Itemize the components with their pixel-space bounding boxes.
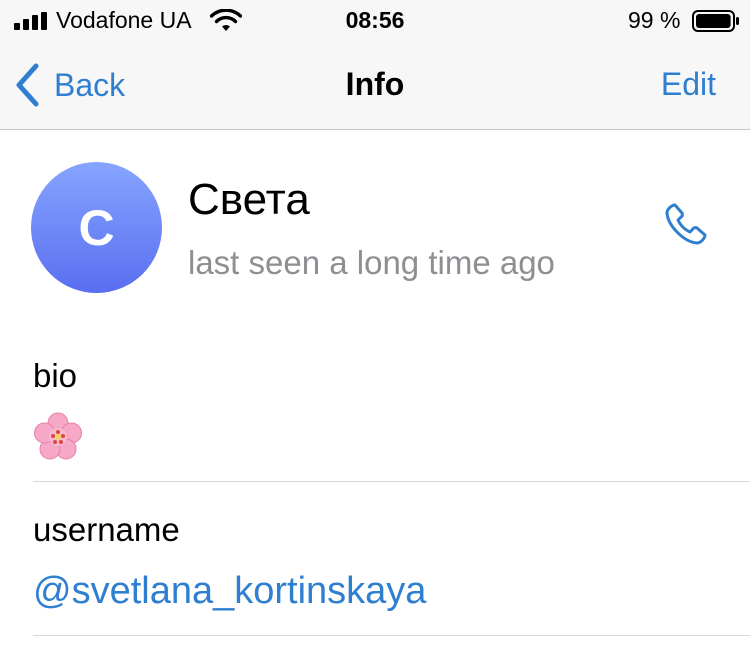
username-link[interactable]: @svetlana_kortinskaya	[33, 568, 426, 614]
contact-name: Света	[188, 175, 310, 224]
battery-percent: 99 %	[628, 7, 681, 33]
phone-icon[interactable]	[662, 200, 710, 248]
cherry-blossom-emoji	[34, 412, 82, 460]
username-row: username @svetlana_kortinskaya	[33, 510, 750, 636]
avatar[interactable]: C	[31, 162, 162, 293]
navigation-bar: Back Info Edit	[0, 42, 750, 130]
username-label: username	[33, 511, 180, 548]
battery-icon	[692, 10, 739, 32]
edit-button[interactable]: Edit	[661, 64, 716, 104]
last-seen-status: last seen a long time ago	[188, 244, 555, 281]
bio-label: bio	[33, 357, 78, 394]
avatar-initial: C	[78, 199, 115, 256]
contact-info-screen: Vodafone UA 08:56 99 % Back Info Edit C …	[0, 0, 750, 671]
bio-row: bio	[33, 356, 750, 482]
status-bar: Vodafone UA 08:56 99 %	[0, 0, 750, 42]
page-title: Info	[345, 66, 405, 102]
